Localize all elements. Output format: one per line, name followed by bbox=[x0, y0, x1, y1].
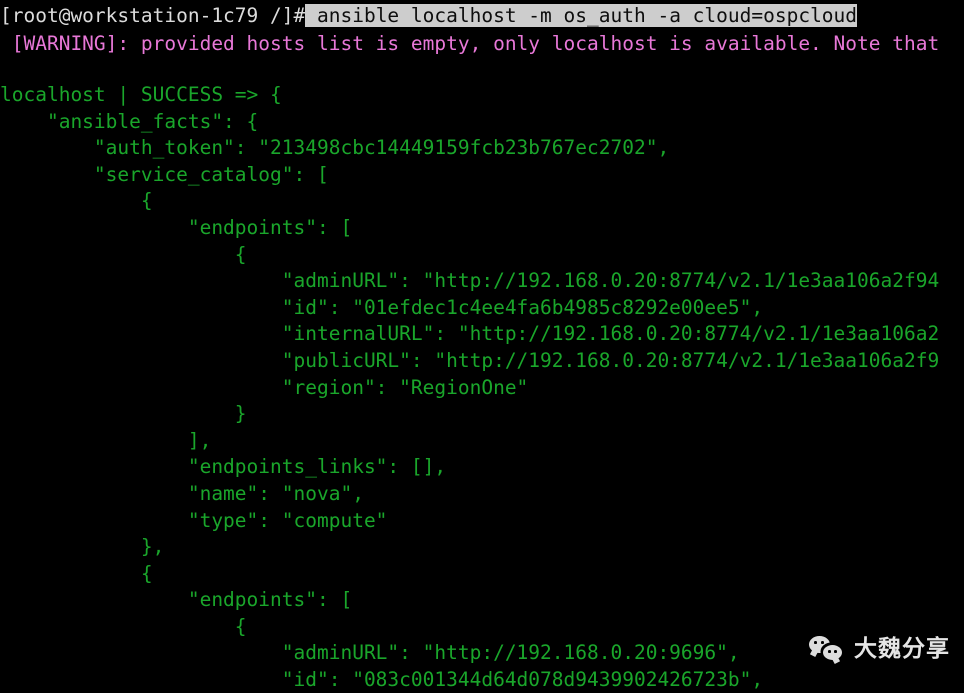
output-line-text: "type": "compute" bbox=[0, 508, 388, 532]
output-line-text: ], bbox=[0, 428, 212, 452]
output-line: "adminURL": "http://192.168.0.20:8774/v2… bbox=[0, 268, 964, 295]
output-line-text: "name": "nova", bbox=[0, 481, 364, 505]
output-line: "auth_token": "213498cbc14449159fcb23b76… bbox=[0, 135, 964, 162]
output-line: "endpoints_links": [], bbox=[0, 454, 964, 481]
output-line: "id": "01efdec1c4ee4fa6b4985c8292e00ee5"… bbox=[0, 295, 964, 322]
output-line: "id": "083c001344d64d078d9439902426723b"… bbox=[0, 667, 964, 693]
output-line: "endpoints": [ bbox=[0, 587, 964, 614]
output-line: ], bbox=[0, 428, 964, 455]
output-line-text: "adminURL": "http://192.168.0.20:8774/v2… bbox=[0, 269, 940, 293]
shell-prompt: [root@workstation-1c79 /]# bbox=[0, 4, 306, 27]
output-line-text: "endpoints": [ bbox=[0, 588, 353, 612]
output-line-text: "internalURL": "http://192.168.0.20:8774… bbox=[0, 322, 940, 346]
output-line-text: "service_catalog": [ bbox=[0, 162, 329, 186]
output-line: "endpoints": [ bbox=[0, 215, 964, 242]
command-output: localhost | SUCCESS => { "ansible_facts"… bbox=[0, 56, 964, 693]
output-line-text: } bbox=[0, 402, 247, 426]
output-line: "publicURL": "http://192.168.0.20:8774/v… bbox=[0, 348, 964, 375]
output-line-text: { bbox=[0, 189, 153, 213]
output-line-text: "id": "01efdec1c4ee4fa6b4985c8292e00ee5"… bbox=[0, 295, 764, 319]
output-line: "ansible_facts": { bbox=[0, 109, 964, 136]
warning-line: [WARNING]: provided hosts list is empty,… bbox=[0, 32, 940, 55]
watermark-text: 大魏分享 bbox=[854, 636, 950, 662]
wechat-icon bbox=[809, 635, 845, 663]
output-line: "type": "compute" bbox=[0, 508, 964, 535]
output-line: { bbox=[0, 188, 964, 215]
output-line: localhost | SUCCESS => { bbox=[0, 82, 964, 109]
output-line-text: "id": "083c001344d64d078d9439902426723b"… bbox=[0, 668, 764, 692]
output-line: { bbox=[0, 561, 964, 588]
output-line: { bbox=[0, 242, 964, 269]
output-line-text: "ansible_facts": { bbox=[0, 109, 259, 133]
output-line-text: { bbox=[0, 561, 153, 585]
output-line: "region": "RegionOne" bbox=[0, 375, 964, 402]
watermark: 大魏分享 bbox=[809, 635, 950, 663]
terminal-command-line: [root@workstation-1c79 /]# ansible local… bbox=[0, 0, 964, 31]
output-line-text: "adminURL": "http://192.168.0.20:9696", bbox=[0, 641, 740, 665]
output-line-text: "endpoints": [ bbox=[0, 215, 353, 239]
output-line: } bbox=[0, 401, 964, 428]
output-line-text: "region": "RegionOne" bbox=[0, 375, 529, 399]
output-line-text: { bbox=[0, 242, 247, 266]
output-line: "service_catalog": [ bbox=[0, 162, 964, 189]
terminal-screen: [root@workstation-1c79 /]# ansible local… bbox=[0, 0, 964, 693]
output-line: "name": "nova", bbox=[0, 481, 964, 508]
output-line: }, bbox=[0, 534, 964, 561]
output-line-text: localhost | SUCCESS => { bbox=[0, 83, 282, 106]
output-line-text: "auth_token": "213498cbc14449159fcb23b76… bbox=[0, 136, 670, 160]
output-line-text: "publicURL": "http://192.168.0.20:8774/v… bbox=[0, 348, 940, 372]
output-line-text: { bbox=[0, 614, 247, 638]
terminal-window[interactable]: [root@workstation-1c79 /]# ansible local… bbox=[0, 0, 964, 693]
output-line-text: "endpoints_links": [], bbox=[0, 455, 447, 479]
output-line-text: }, bbox=[0, 535, 165, 559]
command-input[interactable]: ansible localhost -m os_auth -a cloud=os… bbox=[305, 4, 858, 27]
output-line: "internalURL": "http://192.168.0.20:8774… bbox=[0, 321, 964, 348]
